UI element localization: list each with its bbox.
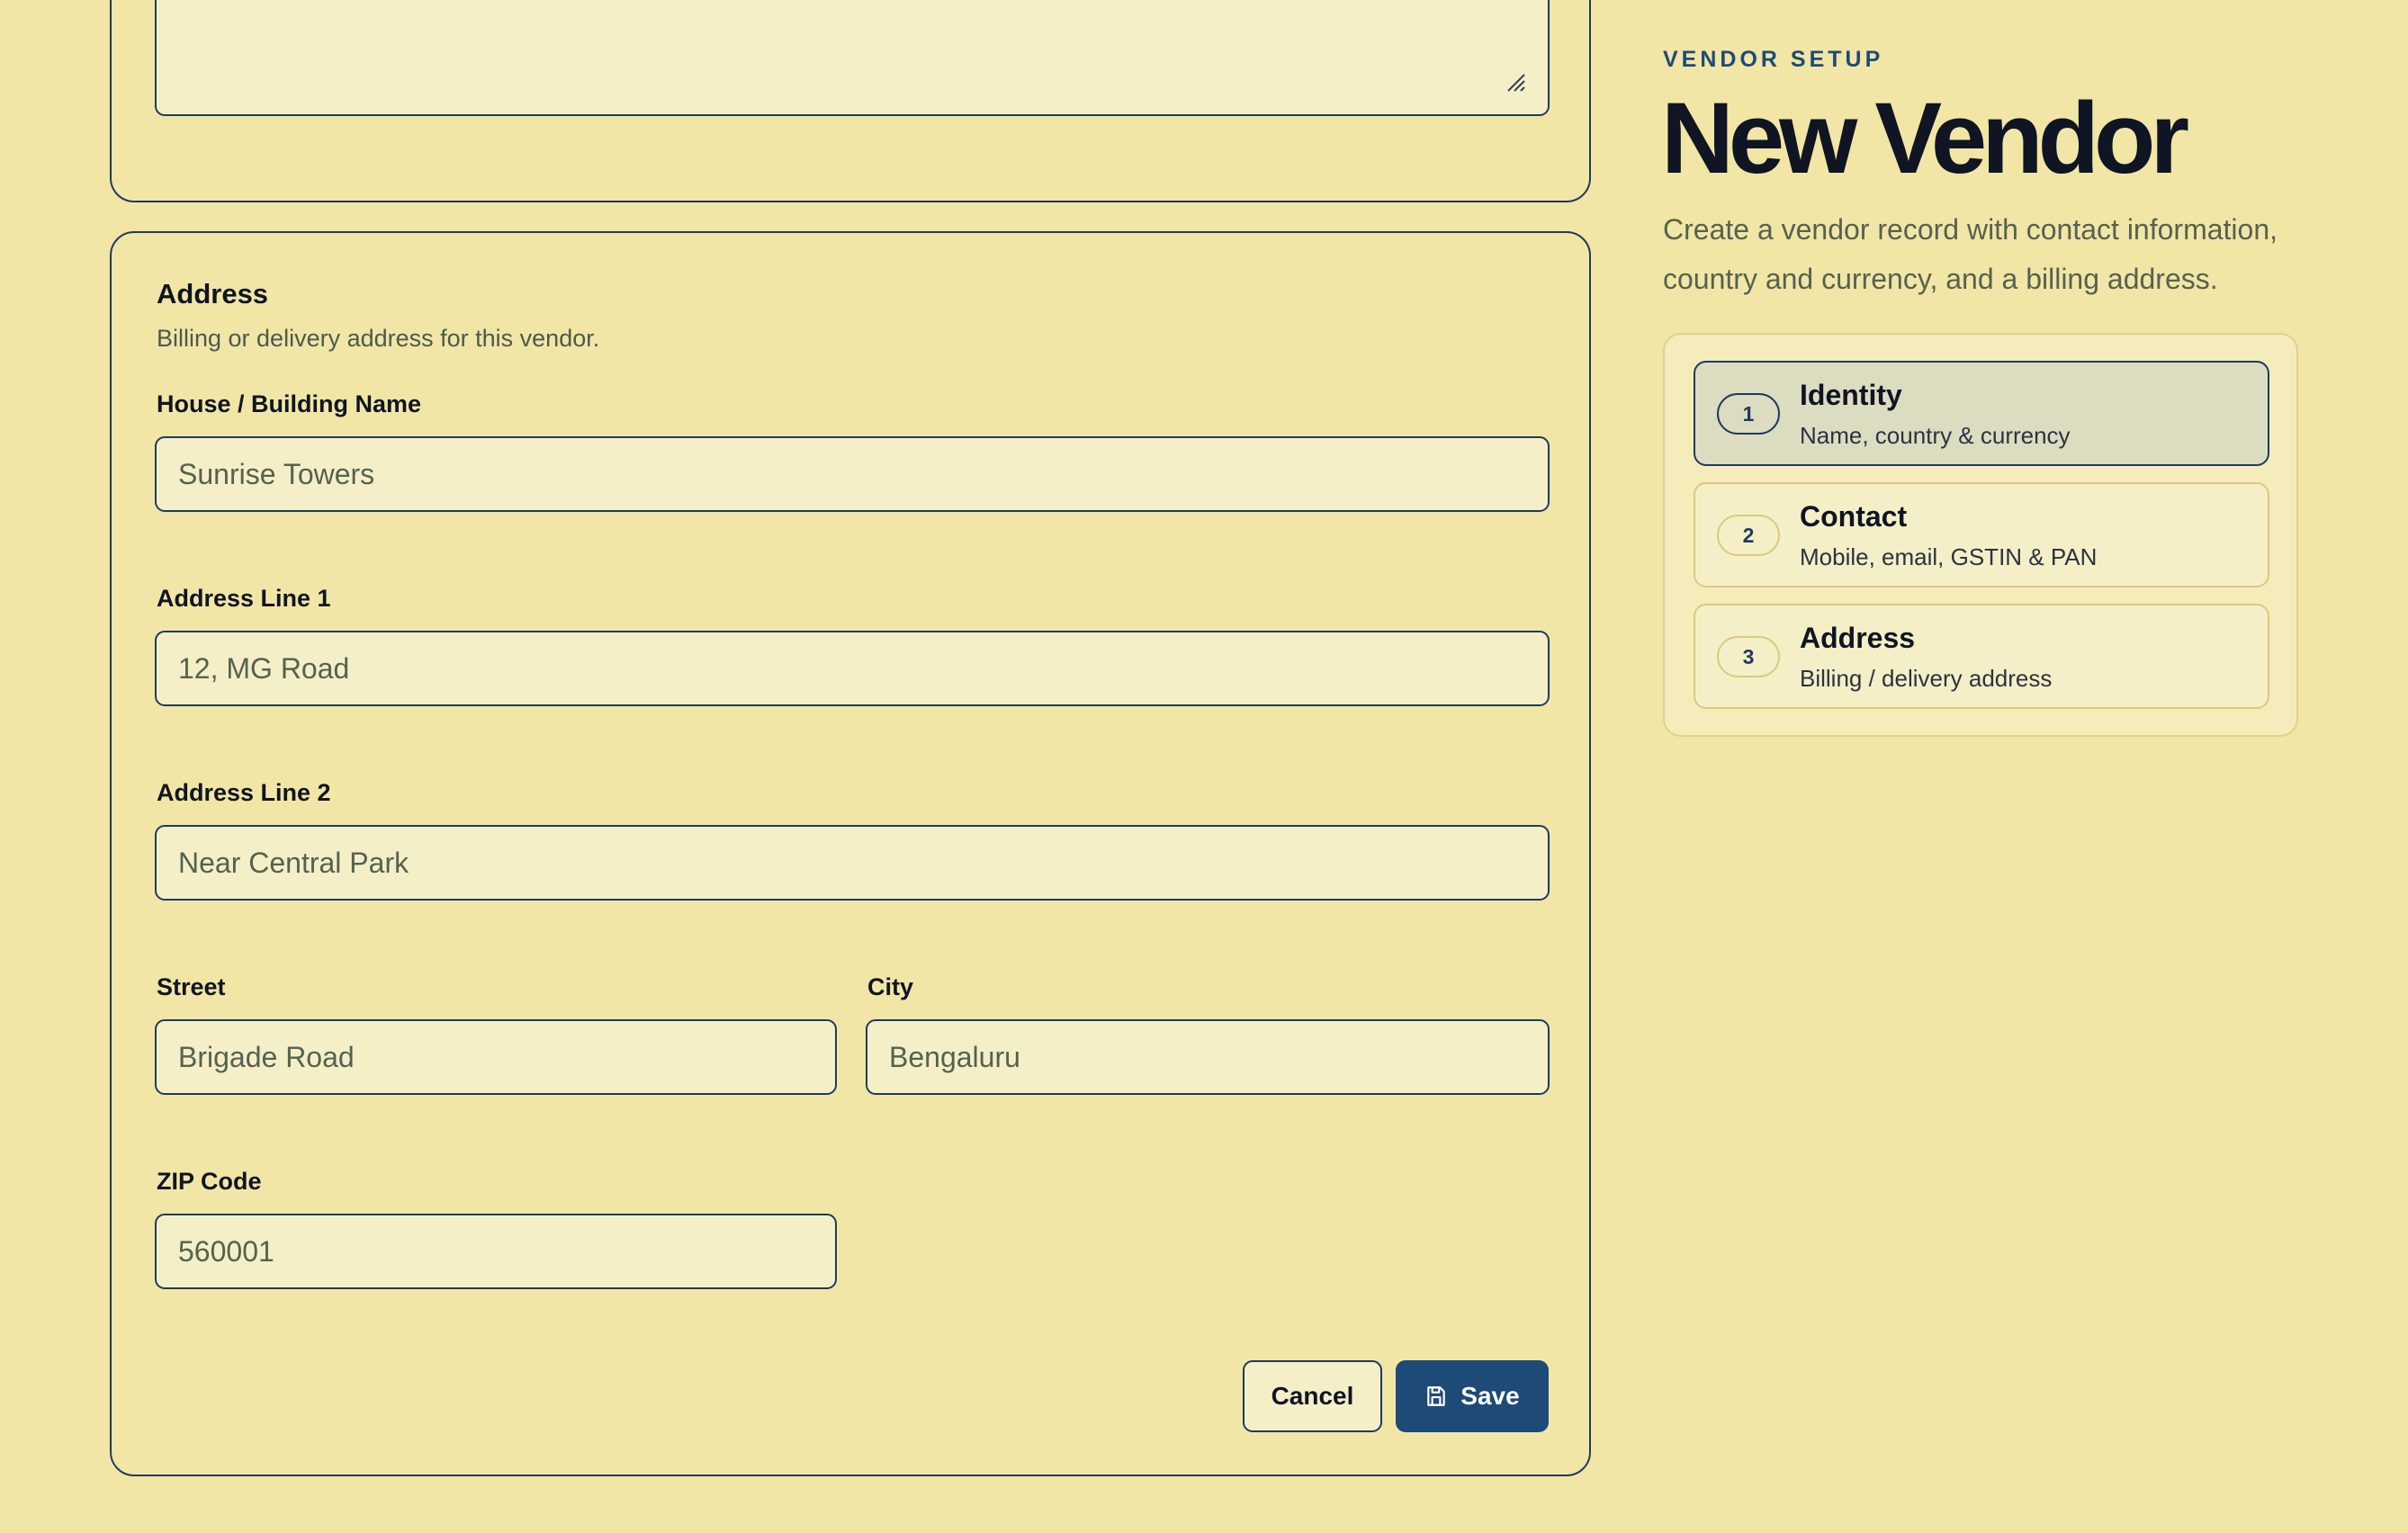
step-contact[interactable]: 2 Contact Mobile, email, GSTIN & PAN <box>1694 482 2269 587</box>
city-label: City <box>867 973 914 1000</box>
address-card: Address Billing or delivery address for … <box>110 231 1591 1476</box>
house-label: House / Building Name <box>157 390 422 417</box>
step-title: Address <box>1800 622 1916 654</box>
zip-label: ZIP Code <box>157 1168 262 1195</box>
save-button-label: Save <box>1460 1382 1520 1410</box>
address-line1-input[interactable]: 12, MG Road <box>155 631 1550 706</box>
step-subtitle: Name, country & currency <box>1800 422 2071 449</box>
street-label: Street <box>157 973 226 1000</box>
street-input[interactable]: Brigade Road <box>155 1019 837 1095</box>
step-title: Identity <box>1800 379 1902 411</box>
address-line1-label: Address Line 1 <box>157 585 331 612</box>
zip-input[interactable]: 560001 <box>155 1214 837 1289</box>
address-line2-label: Address Line 2 <box>157 779 331 806</box>
notes-card <box>110 0 1591 202</box>
cancel-button[interactable]: Cancel <box>1243 1360 1382 1432</box>
page-title: New Vendor <box>1661 82 2189 194</box>
steps-panel: 1 Identity Name, country & currency 2 Co… <box>1663 333 2298 737</box>
notes-textarea[interactable] <box>155 0 1550 116</box>
step-number-badge: 2 <box>1717 515 1780 556</box>
save-button[interactable]: Save <box>1396 1360 1549 1432</box>
address-section-description: Billing or delivery address for this ven… <box>157 325 600 352</box>
page-eyebrow: VENDOR SETUP <box>1663 47 1884 72</box>
cancel-button-label: Cancel <box>1271 1382 1354 1410</box>
address-line2-input[interactable]: Near Central Park <box>155 825 1550 901</box>
page-description: Create a vendor record with contact info… <box>1663 213 2278 295</box>
resize-grip-icon[interactable] <box>1505 71 1526 93</box>
step-subtitle: Mobile, email, GSTIN & PAN <box>1800 543 2098 570</box>
step-title: Contact <box>1800 500 1908 533</box>
step-identity[interactable]: 1 Identity Name, country & currency <box>1694 361 2269 466</box>
house-input[interactable]: Sunrise Towers <box>155 436 1550 512</box>
step-subtitle: Billing / delivery address <box>1800 665 2053 692</box>
step-number-badge: 1 <box>1717 393 1780 435</box>
step-number-badge: 3 <box>1717 636 1780 677</box>
floppy-disk-icon <box>1427 1386 1446 1406</box>
address-section-title: Address <box>157 278 269 309</box>
city-input[interactable]: Bengaluru <box>866 1019 1550 1095</box>
step-address[interactable]: 3 Address Billing / delivery address <box>1694 604 2269 709</box>
